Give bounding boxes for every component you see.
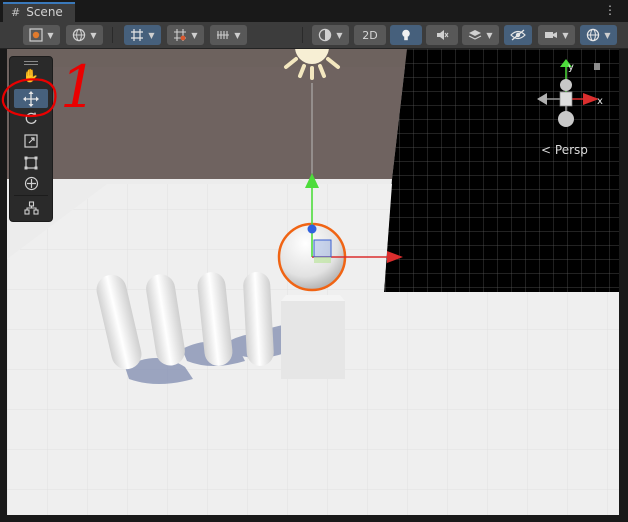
- gizmos-dropdown[interactable]: ▼: [580, 25, 617, 45]
- cube-object[interactable]: [281, 295, 345, 379]
- custom-tool-button[interactable]: [14, 198, 48, 217]
- global-local-dropdown[interactable]: ▼: [66, 25, 103, 45]
- annotation-circle: [1, 78, 57, 118]
- palette-drag-handle[interactable]: [24, 61, 38, 62]
- camera-settings-dropdown[interactable]: ▼: [538, 25, 575, 45]
- projection-toggle[interactable]: < Persp: [541, 143, 588, 157]
- audio-toggle[interactable]: [426, 25, 458, 45]
- grid-snapping-toggle[interactable]: ▼: [124, 25, 161, 45]
- more-options-icon[interactable]: ⋮: [604, 4, 616, 16]
- snap-axis-dropdown[interactable]: ▼: [210, 25, 247, 45]
- toolbar-separator: [302, 27, 303, 43]
- tab-scene-label: Scene: [26, 5, 63, 19]
- draw-mode-dropdown[interactable]: ▼: [23, 25, 60, 45]
- rect-tool-icon: [24, 156, 38, 169]
- snap-axis-icon: [217, 31, 230, 39]
- effects-layers-icon: [469, 30, 482, 40]
- mode-2d-toggle[interactable]: 2D: [354, 25, 386, 45]
- toolbar-separator: [112, 27, 113, 43]
- snap-increment-icon: [174, 29, 187, 41]
- globe-icon: [73, 28, 86, 42]
- shading-sphere-icon: [319, 28, 332, 42]
- tab-scene[interactable]: # Scene: [3, 2, 75, 22]
- annotation-number: 1: [60, 53, 97, 121]
- gizmo-y-label: y: [568, 62, 574, 73]
- scene-toolbar: ▼ ▼ ▼ ▼ ▼ ▼ 2D ▼ ▼ ▼: [0, 22, 628, 49]
- scene-render[interactable]: y x: [7, 49, 619, 515]
- lighting-toggle[interactable]: [390, 25, 422, 45]
- scale-icon: [24, 133, 38, 148]
- light-bulb-icon: [402, 29, 410, 41]
- tab-bar: # Scene ⋮: [0, 0, 628, 22]
- rect-tool-button[interactable]: [14, 153, 48, 172]
- z-axis-handle: [307, 224, 317, 234]
- scale-tool-button[interactable]: [14, 131, 48, 150]
- hidden-objects-icon: [510, 29, 526, 41]
- gizmos-globe-icon: [587, 28, 600, 42]
- hash-icon: #: [11, 6, 21, 19]
- transform-icon: [24, 176, 38, 191]
- grid-snap-icon: [131, 29, 144, 41]
- snap-increment-dropdown[interactable]: ▼: [167, 25, 204, 45]
- camera-icon: [545, 32, 558, 38]
- shading-mode-dropdown[interactable]: ▼: [312, 25, 349, 45]
- persp-chevron-icon: <: [541, 143, 552, 157]
- gizmo-x-label: x: [597, 96, 603, 107]
- audio-mute-icon: [437, 30, 449, 40]
- scene-viewport[interactable]: y x: [7, 49, 619, 515]
- custom-tool-icon: [23, 200, 39, 215]
- transform-tool-button[interactable]: [14, 174, 48, 193]
- draw-mode-icon: [29, 28, 44, 42]
- effects-dropdown[interactable]: ▼: [462, 25, 499, 45]
- palette-divider: [14, 195, 48, 196]
- scene-visibility-toggle[interactable]: [504, 25, 532, 45]
- gizmo-lock-icon: [594, 63, 600, 70]
- projection-label: Persp: [554, 143, 588, 157]
